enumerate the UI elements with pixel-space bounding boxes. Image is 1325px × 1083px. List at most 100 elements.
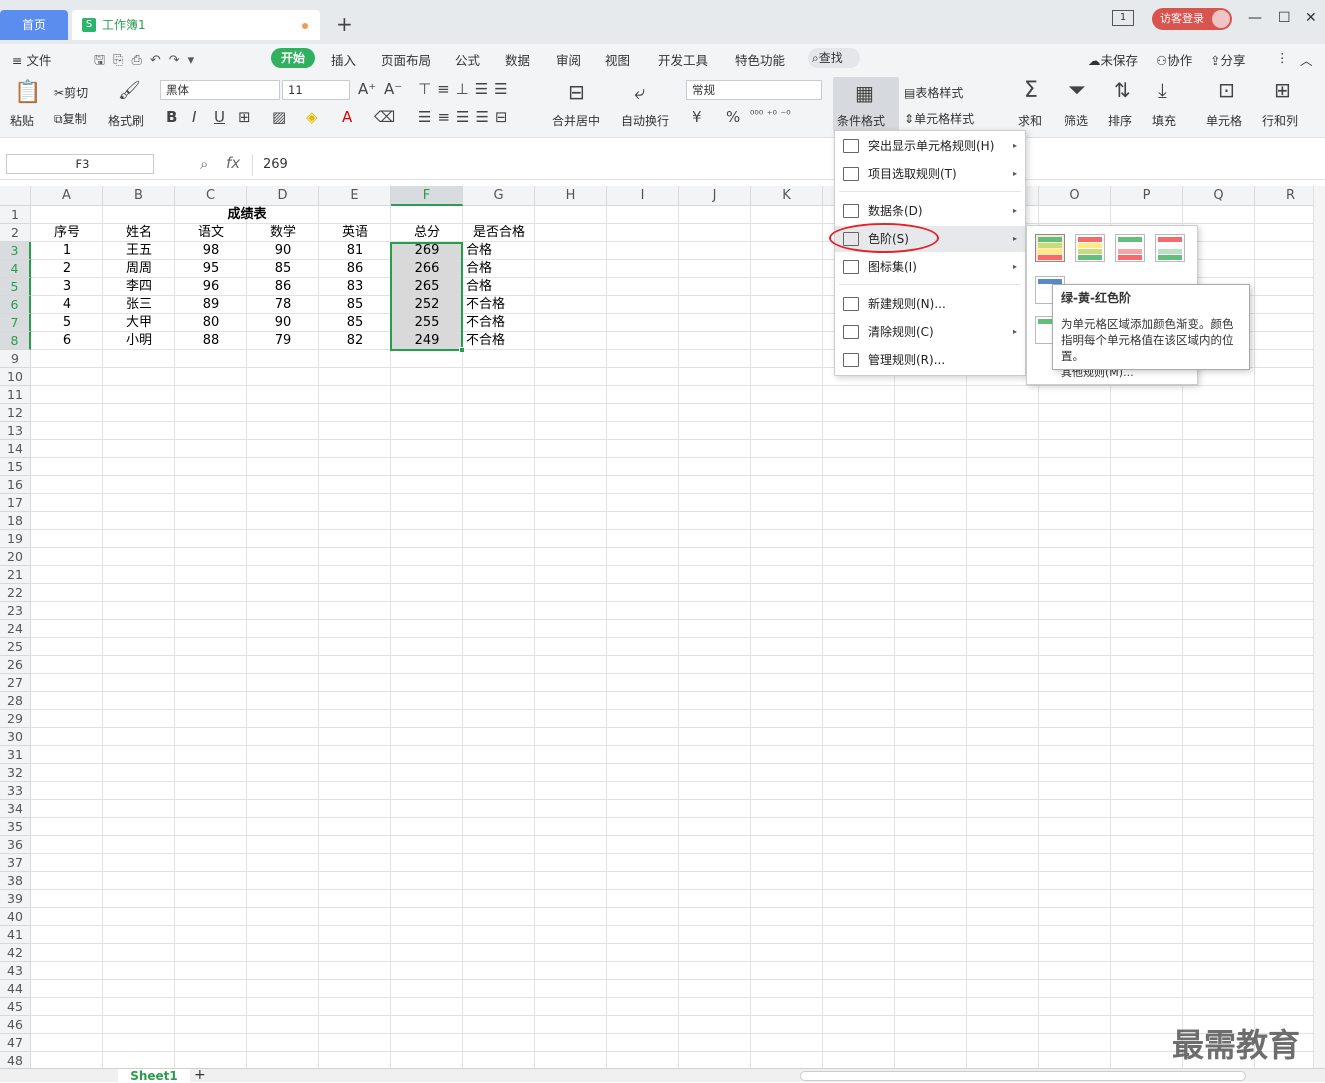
table-cell[interactable]: 合格 — [463, 260, 535, 278]
table-cell[interactable]: 不合格 — [463, 314, 535, 332]
header-cell[interactable]: 数学 — [247, 224, 319, 242]
table-cell[interactable]: 86 — [247, 278, 319, 296]
fill-button[interactable]: 填充 — [1152, 112, 1176, 129]
row-header[interactable]: 47 — [0, 1034, 31, 1052]
row-header[interactable]: 36 — [0, 836, 31, 854]
row-header[interactable]: 19 — [0, 530, 31, 548]
row-header[interactable]: 23 — [0, 602, 31, 620]
login-button[interactable]: 访客登录 — [1152, 8, 1232, 30]
format-painter-button[interactable]: 格式刷 — [108, 112, 144, 129]
row-header[interactable]: 8 — [0, 332, 31, 350]
menu-review[interactable]: 审阅 — [556, 50, 581, 69]
table-cell[interactable]: 78 — [247, 296, 319, 314]
row-header[interactable]: 41 — [0, 926, 31, 944]
row-header[interactable]: 21 — [0, 566, 31, 584]
unsaved-status[interactable]: ☁未保存 — [1088, 50, 1138, 69]
table-cell[interactable]: 85 — [247, 260, 319, 278]
row-header[interactable]: 11 — [0, 386, 31, 404]
table-cell[interactable]: 95 — [175, 260, 247, 278]
menu-page-layout[interactable]: 页面布局 — [381, 50, 431, 69]
column-header-b[interactable]: B — [103, 186, 175, 206]
sort-icon[interactable]: ⇅ — [1114, 78, 1131, 102]
row-header[interactable]: 28 — [0, 692, 31, 710]
rowcol-button[interactable]: 行和列 — [1262, 112, 1298, 129]
filter-icon[interactable]: ⏷ — [1068, 78, 1086, 103]
sum-icon[interactable]: Σ — [1024, 78, 1038, 103]
row-header[interactable]: 7 — [0, 314, 31, 332]
font-size-select[interactable]: 11 — [282, 80, 350, 100]
border-icon[interactable]: ⊞ — [238, 108, 251, 126]
row-header[interactable]: 16 — [0, 476, 31, 494]
collab-button[interactable]: ⚇协作 — [1156, 50, 1192, 69]
quick-access-icons[interactable]: 🖫⎘⎙↶↷▾ — [94, 51, 202, 73]
table-cell[interactable]: 5 — [31, 314, 103, 332]
table-cell[interactable]: 周周 — [103, 260, 175, 278]
table-cell[interactable]: 4 — [31, 296, 103, 314]
menu-data[interactable]: 数据 — [505, 50, 530, 69]
cell-style-button[interactable]: ⇕单元格样式 — [904, 110, 974, 127]
cf-highlight-rules[interactable]: 突出显示单元格规则(H) ▸ — [835, 133, 1025, 159]
sheet-tab-sheet1[interactable]: Sheet1 — [118, 1069, 190, 1083]
table-cell[interactable]: 96 — [175, 278, 247, 296]
column-header-c[interactable]: C — [175, 186, 247, 206]
menu-developer[interactable]: 开发工具 — [658, 50, 708, 69]
row-header[interactable]: 37 — [0, 854, 31, 872]
scale-green-yellow-red[interactable] — [1035, 234, 1065, 262]
row-header[interactable]: 17 — [0, 494, 31, 512]
table-cell[interactable]: 合格 — [463, 242, 535, 260]
row-header[interactable]: 38 — [0, 872, 31, 890]
cut-button[interactable]: ✂剪切 — [54, 84, 88, 101]
row-header[interactable]: 32 — [0, 764, 31, 782]
selection-range[interactable] — [390, 242, 463, 351]
header-cell[interactable]: 语文 — [175, 224, 247, 242]
filter-button[interactable]: 筛选 — [1064, 112, 1088, 129]
cell-button[interactable]: 单元格 — [1206, 112, 1242, 129]
collapse-ribbon-icon[interactable]: ︿ — [1300, 50, 1313, 69]
cf-icon-sets[interactable]: 图标集(I) ▸ — [835, 254, 1025, 280]
row-header[interactable]: 3 — [0, 242, 31, 260]
row-header[interactable]: 48 — [0, 1052, 31, 1068]
add-sheet-button[interactable]: + — [194, 1067, 206, 1083]
row-header[interactable]: 1 — [0, 206, 31, 224]
table-cell[interactable]: 不合格 — [463, 296, 535, 314]
table-cell[interactable]: 81 — [319, 242, 391, 260]
table-cell[interactable]: 82 — [319, 332, 391, 350]
cf-top-rules[interactable]: 项目选取规则(T) ▸ — [835, 161, 1025, 187]
row-header[interactable]: 46 — [0, 1016, 31, 1034]
table-cell[interactable]: 李四 — [103, 278, 175, 296]
column-header-o[interactable]: O — [1039, 186, 1111, 206]
column-header-p[interactable]: P — [1111, 186, 1183, 206]
bold-button[interactable]: B — [166, 108, 177, 126]
horizontal-scrollbar[interactable] — [800, 1071, 1246, 1081]
wrap-text-button[interactable]: 自动换行 — [621, 112, 669, 129]
header-cell[interactable]: 英语 — [319, 224, 391, 242]
row-header[interactable]: 14 — [0, 440, 31, 458]
row-header[interactable]: 24 — [0, 620, 31, 638]
table-cell[interactable]: 86 — [319, 260, 391, 278]
table-cell[interactable]: 79 — [247, 332, 319, 350]
table-cell[interactable]: 张三 — [103, 296, 175, 314]
row-header[interactable]: 25 — [0, 638, 31, 656]
font-name-select[interactable]: 黑体 — [160, 80, 280, 100]
row-header[interactable]: 39 — [0, 890, 31, 908]
table-cell[interactable]: 88 — [175, 332, 247, 350]
table-cell[interactable]: 不合格 — [463, 332, 535, 350]
sheet-title-cell[interactable]: 成绩表 — [31, 206, 463, 224]
row-header[interactable]: 18 — [0, 512, 31, 530]
row-header[interactable]: 43 — [0, 962, 31, 980]
row-header[interactable]: 12 — [0, 404, 31, 422]
column-header-h[interactable]: H — [535, 186, 607, 206]
fill-handle[interactable] — [459, 347, 465, 353]
menu-features[interactable]: 特色功能 — [735, 50, 785, 69]
table-cell[interactable]: 2 — [31, 260, 103, 278]
paste-button[interactable]: 粘贴 — [10, 112, 34, 129]
table-cell[interactable]: 王五 — [103, 242, 175, 260]
table-style-button[interactable]: ▤表格样式 — [904, 84, 963, 101]
scale-red-white-green[interactable] — [1155, 234, 1185, 262]
row-header[interactable]: 20 — [0, 548, 31, 566]
menu-view[interactable]: 视图 — [605, 50, 630, 69]
column-header-f[interactable]: F — [391, 186, 463, 206]
row-header[interactable]: 2 — [0, 224, 31, 242]
column-header-a[interactable]: A — [31, 186, 103, 206]
header-cell[interactable]: 总分 — [391, 224, 463, 242]
